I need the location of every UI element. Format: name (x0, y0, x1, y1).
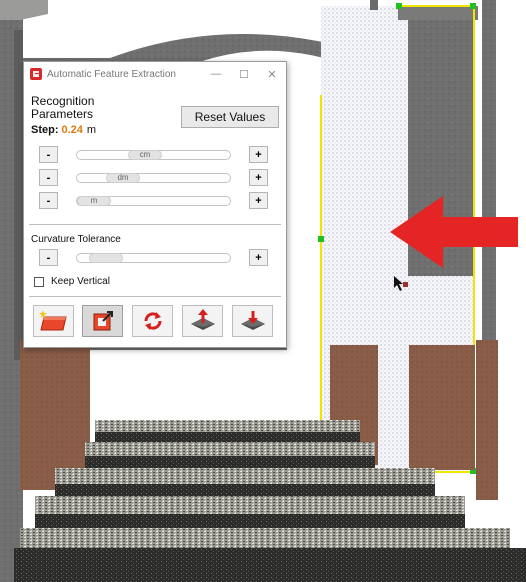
maximize-button[interactable]: ☐ (230, 62, 258, 86)
extract-plane-button[interactable] (82, 305, 123, 337)
divider (29, 296, 281, 297)
slider-thumb-dm[interactable]: dm (106, 173, 140, 183)
capital-block (370, 0, 378, 10)
slider-track-cm[interactable]: cm (76, 150, 231, 160)
step-readout: Step: 0.24 m (31, 124, 96, 136)
add-plane-icon (38, 310, 67, 331)
wall-cornice (0, 0, 48, 20)
ground (14, 548, 526, 582)
decrease-cm-button[interactable]: - (39, 146, 58, 163)
title-bar[interactable]: Automatic Feature Extraction — ☐ ✕ (24, 62, 286, 86)
refresh-button[interactable] (132, 305, 173, 337)
decrease-dm-button[interactable]: - (39, 169, 58, 186)
close-button[interactable]: ✕ (258, 62, 286, 86)
selection-handle-left[interactable] (318, 236, 324, 242)
add-plane-button[interactable] (33, 305, 74, 337)
increase-cm-button[interactable]: + (249, 146, 268, 163)
project-up-icon (190, 309, 215, 330)
step-tread (55, 468, 435, 484)
left-pilaster (14, 30, 23, 360)
step-riser (55, 484, 435, 496)
feature-extraction-dialog: Automatic Feature Extraction — ☐ ✕ Recog… (23, 61, 287, 348)
slider-track-curvature[interactable] (76, 253, 231, 263)
project-down-button[interactable] (232, 305, 273, 337)
decrease-curvature-button[interactable]: - (39, 249, 58, 266)
keep-vertical-label: Keep Vertical (51, 276, 110, 287)
recognition-parameters-label: Recognition Parameters (31, 95, 94, 121)
divider (29, 224, 281, 225)
selection-handle-top-right[interactable] (470, 3, 476, 9)
step-tread (20, 528, 510, 548)
increase-m-button[interactable]: + (249, 192, 268, 209)
reset-values-button[interactable]: Reset Values (181, 106, 279, 128)
decrease-m-button[interactable]: - (39, 192, 58, 209)
recognition-label-line2: Parameters (31, 107, 94, 121)
step-riser (35, 514, 465, 528)
keep-vertical-checkbox[interactable] (34, 276, 44, 287)
extract-plane-icon (93, 311, 113, 331)
step-riser (95, 432, 360, 442)
column-capital (398, 6, 478, 20)
step-tread (95, 420, 360, 432)
right-brown-pier (409, 345, 475, 470)
slider-thumb-curvature[interactable] (89, 253, 123, 263)
selection-handle-top[interactable] (396, 3, 402, 9)
step-riser (85, 456, 375, 468)
step-tread (85, 442, 375, 456)
window-title: Automatic Feature Extraction (47, 68, 176, 80)
app-logo-icon (30, 68, 42, 80)
far-right-pillar (482, 0, 496, 340)
slider-thumb-m[interactable]: m (77, 196, 111, 206)
step-value: 0.24 (61, 124, 83, 136)
slider-thumb-cm[interactable]: cm (128, 150, 162, 160)
increase-dm-button[interactable]: + (249, 169, 268, 186)
slider-row-cm: - cm + (39, 146, 271, 164)
slider-row-curvature: - + (39, 249, 271, 267)
slider-row-m: - m + (39, 192, 271, 210)
minimize-button[interactable]: — (202, 62, 230, 86)
slider-track-m[interactable]: m (76, 196, 231, 206)
far-right-brown (476, 340, 498, 500)
curvature-tolerance-label: Curvature Tolerance (31, 234, 121, 245)
project-down-icon (240, 311, 265, 330)
keep-vertical-row[interactable]: Keep Vertical (34, 276, 110, 287)
step-label: Step: (31, 124, 59, 136)
slider-row-dm: - dm + (39, 169, 271, 187)
slider-track-dm[interactable]: dm (76, 173, 231, 183)
refresh-icon (143, 312, 162, 330)
project-up-button[interactable] (182, 305, 223, 337)
left-brown-wall (20, 340, 90, 490)
increase-curvature-button[interactable]: + (249, 249, 268, 266)
step-unit: m (86, 124, 97, 136)
step-tread (35, 496, 465, 514)
